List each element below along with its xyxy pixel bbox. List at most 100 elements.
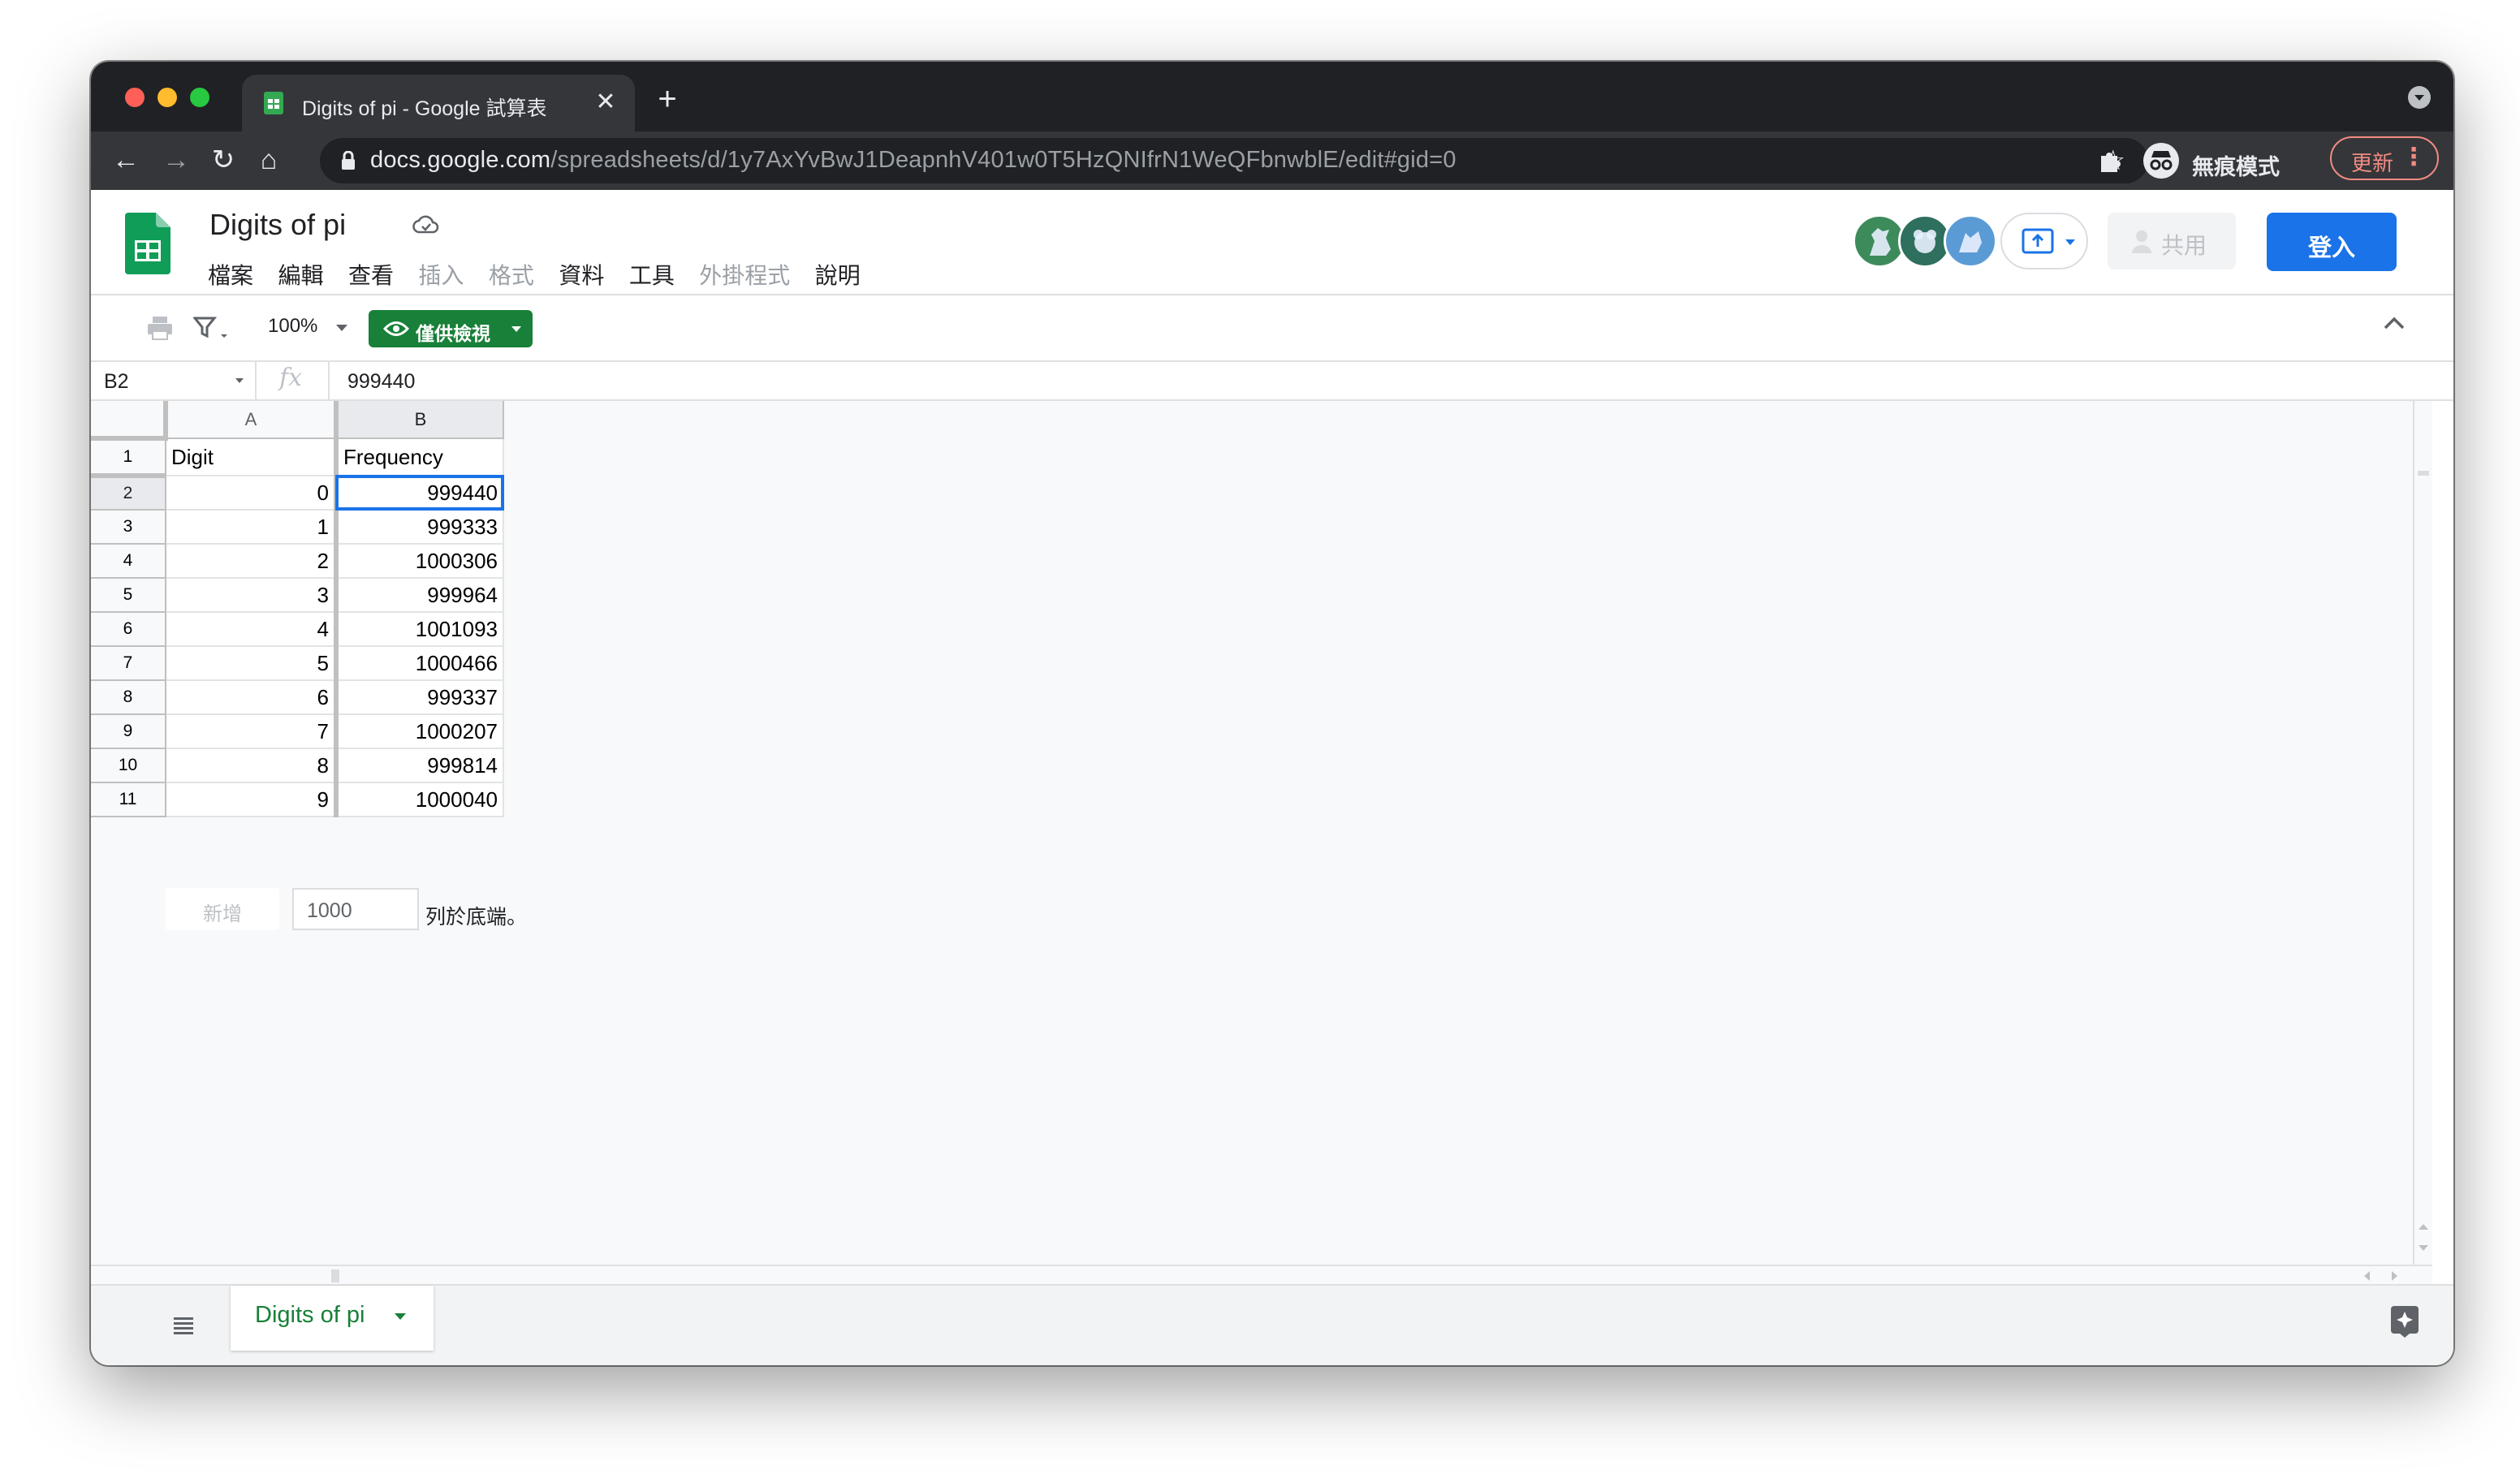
cell-b6[interactable]: 1001093 [334, 612, 504, 647]
scroll-up-icon[interactable] [2419, 1224, 2428, 1230]
menu-insert[interactable]: 插入 [418, 258, 464, 291]
cell-a8[interactable]: 6 [166, 680, 337, 715]
home-button[interactable]: ⌂ [250, 141, 287, 179]
row-header[interactable]: 11 [91, 782, 166, 817]
chevron-up-icon[interactable] [2382, 315, 2406, 331]
print-icon[interactable] [146, 315, 174, 341]
menu-edit[interactable]: 編輯 [278, 258, 323, 291]
spreadsheet-grid[interactable]: A B 1 Digit Frequency 2 0 999440 3 1 999… [91, 401, 2432, 1287]
address-bar[interactable]: docs.google.com/spreadsheets/d/1y7AxYvBw… [320, 138, 2148, 183]
cell-a11[interactable]: 9 [166, 782, 337, 817]
cell-a4[interactable]: 2 [166, 544, 337, 579]
table-row: 7 5 1000466 [91, 646, 504, 681]
cell-b9[interactable]: 1000207 [334, 714, 504, 749]
extensions-puzzle-icon[interactable] [2098, 148, 2124, 174]
divider [328, 362, 330, 399]
cell-a10[interactable]: 8 [166, 748, 337, 783]
back-button[interactable]: ← [107, 141, 145, 179]
cell-a3[interactable]: 1 [166, 510, 337, 545]
table-row: 9 7 1000207 [91, 714, 504, 749]
present-button[interactable] [2000, 213, 2088, 269]
menu-view[interactable]: 查看 [348, 258, 394, 291]
add-rows-count-input[interactable]: 1000 [292, 888, 419, 930]
column-header-a[interactable]: A [166, 401, 337, 439]
zoom-select[interactable]: 100% [268, 315, 317, 338]
menu-help[interactable]: 說明 [815, 258, 861, 291]
view-only-label: 僅供檢視 [416, 323, 490, 344]
column-header-row: A B [91, 401, 504, 441]
url-text: docs.google.com/spreadsheets/d/1y7AxYvBw… [370, 147, 1456, 173]
reload-button[interactable]: ↻ [205, 141, 242, 179]
cell-b3[interactable]: 999333 [334, 510, 504, 545]
tab-search-icon[interactable] [2408, 86, 2431, 109]
cell-a2[interactable]: 0 [166, 476, 337, 511]
row-header[interactable]: 9 [91, 714, 166, 749]
minimize-window-button[interactable] [158, 88, 177, 107]
cell-a1[interactable]: Digit [166, 438, 337, 476]
close-window-button[interactable] [125, 88, 145, 107]
select-all-corner[interactable] [91, 401, 168, 441]
all-sheets-menu-icon[interactable] [172, 1315, 195, 1336]
row-header[interactable]: 3 [91, 510, 166, 545]
chevron-down-icon[interactable] [336, 325, 347, 331]
table-row: 5 3 999964 [91, 578, 504, 613]
row-header[interactable]: 2 [91, 476, 166, 511]
cell-a9[interactable]: 7 [166, 714, 337, 749]
cell-b11[interactable]: 1000040 [334, 782, 504, 817]
row-header[interactable]: 6 [91, 612, 166, 647]
cell-b7[interactable]: 1000466 [334, 646, 504, 681]
scroll-left-icon[interactable] [2364, 1271, 2370, 1281]
cell-b10[interactable]: 999814 [334, 748, 504, 783]
chevron-down-icon[interactable] [235, 378, 244, 383]
column-header-b[interactable]: B [334, 401, 504, 439]
maximize-window-button[interactable] [190, 88, 209, 107]
share-button[interactable]: 共用 [2108, 213, 2236, 269]
update-browser-button[interactable]: 更新 ⋮ [2330, 136, 2439, 180]
avatar[interactable] [1944, 214, 1997, 268]
row-header[interactable]: 4 [91, 544, 166, 579]
scroll-right-icon[interactable] [2392, 1271, 2397, 1281]
table-row: 1 Digit Frequency [91, 438, 504, 478]
cell-b8[interactable]: 999337 [334, 680, 504, 715]
row-header[interactable]: 7 [91, 646, 166, 681]
view-only-button[interactable]: 僅供檢視 [369, 310, 533, 347]
name-box[interactable]: B2 [104, 370, 129, 394]
forward-button[interactable]: → [158, 141, 195, 179]
row-header[interactable]: 1 [91, 438, 166, 478]
add-rows-button[interactable]: 新增 [166, 888, 279, 930]
cell-b2-selected[interactable]: 999440 [334, 475, 504, 511]
table-row: 8 6 999337 [91, 680, 504, 715]
divider [255, 362, 257, 399]
menu-file[interactable]: 檔案 [208, 258, 253, 291]
row-header[interactable]: 10 [91, 748, 166, 783]
vertical-scrollbar[interactable] [2413, 401, 2432, 1286]
sheet-tab-digits-of-pi[interactable]: Digits of pi [231, 1286, 434, 1351]
row-header[interactable]: 5 [91, 578, 166, 613]
scrollbar-thumb[interactable] [2418, 471, 2429, 476]
sign-in-button[interactable]: 登入 [2267, 213, 2397, 271]
cell-a6[interactable]: 4 [166, 612, 337, 647]
cell-a5[interactable]: 3 [166, 578, 337, 613]
row-header[interactable]: 8 [91, 680, 166, 715]
explore-icon[interactable] [2388, 1304, 2421, 1338]
scroll-down-icon[interactable] [2419, 1245, 2428, 1251]
browser-tab[interactable]: Digits of pi - Google 試算表 ✕ [242, 75, 635, 131]
cell-b1[interactable]: Frequency [334, 438, 504, 476]
filter-icon[interactable] [193, 315, 229, 341]
cell-b4[interactable]: 1000306 [334, 544, 504, 579]
document-title[interactable]: Digits of pi [209, 208, 346, 242]
menu-addons[interactable]: 外掛程式 [699, 258, 790, 291]
menu-tools[interactable]: 工具 [629, 258, 675, 291]
chevron-down-icon[interactable] [395, 1313, 406, 1320]
close-tab-icon[interactable]: ✕ [589, 86, 622, 119]
scrollbar-thumb[interactable] [331, 1269, 339, 1282]
cell-a7[interactable]: 5 [166, 646, 337, 681]
menu-data[interactable]: 資料 [559, 258, 604, 291]
cell-table: A B 1 Digit Frequency 2 0 999440 3 1 999… [91, 401, 504, 817]
formula-input[interactable]: 999440 [347, 370, 415, 394]
cloud-saved-icon[interactable] [412, 214, 440, 235]
sheets-logo-icon[interactable] [125, 213, 170, 274]
menu-format[interactable]: 格式 [489, 258, 534, 291]
new-tab-button[interactable]: + [651, 83, 684, 115]
cell-b5[interactable]: 999964 [334, 578, 504, 613]
